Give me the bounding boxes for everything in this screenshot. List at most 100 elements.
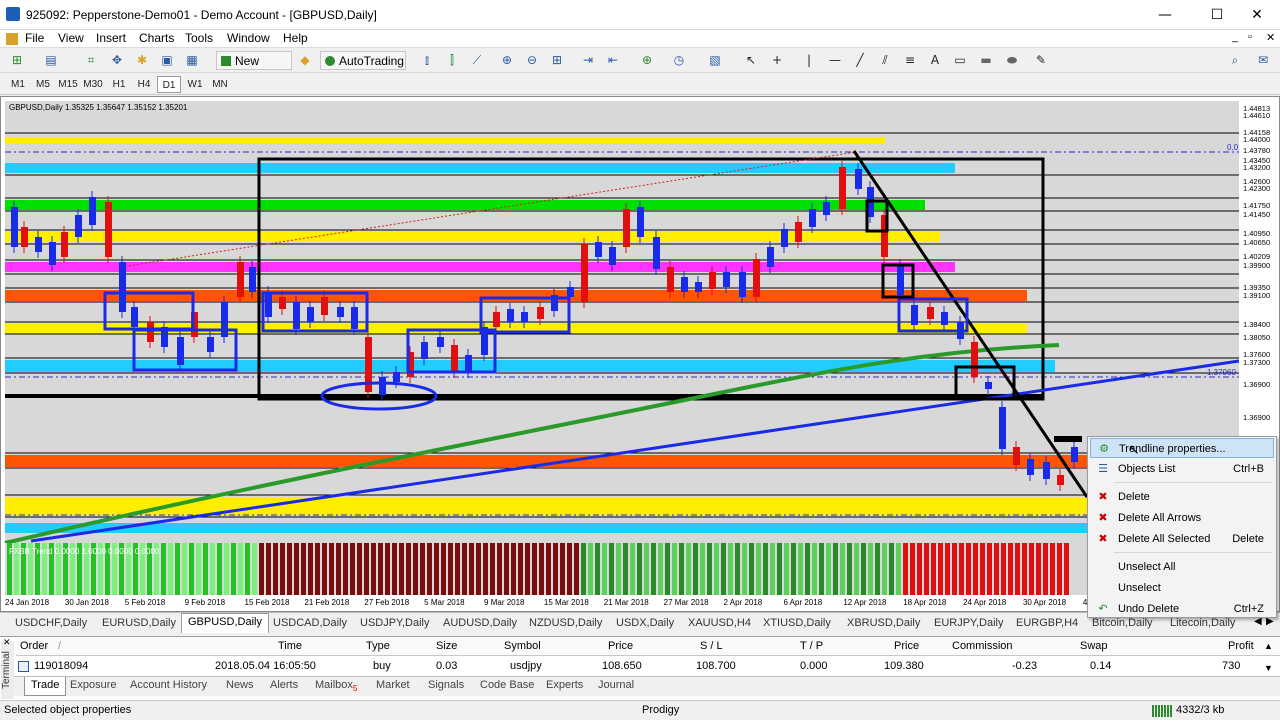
- candle-body[interactable]: [379, 377, 386, 395]
- indicators-icon[interactable]: ⊕: [636, 50, 658, 71]
- col-order[interactable]: Order: [20, 640, 48, 652]
- candle-body[interactable]: [177, 337, 184, 365]
- candle-body[interactable]: [653, 237, 660, 269]
- candle-body[interactable]: [567, 287, 574, 297]
- templates-icon[interactable]: ▧: [704, 50, 726, 71]
- candle-body[interactable]: [985, 382, 992, 389]
- candle-body[interactable]: [1071, 447, 1078, 462]
- candle-body[interactable]: [681, 277, 688, 292]
- candle-body[interactable]: [337, 307, 344, 317]
- arrows-icon[interactable]: ✎: [1030, 50, 1052, 71]
- crosshair-icon[interactable]: +: [766, 50, 788, 71]
- scroll-up-icon[interactable]: ▲: [1264, 641, 1273, 651]
- tab-experts[interactable]: Experts: [546, 679, 583, 691]
- zoom-in-icon[interactable]: ⊕: [496, 50, 518, 71]
- candle-body[interactable]: [623, 209, 630, 247]
- col-price[interactable]: Price: [608, 640, 633, 652]
- line-chart-icon[interactable]: ⟋: [466, 50, 488, 71]
- tf-w1[interactable]: W1: [183, 76, 207, 93]
- candle-body[interactable]: [35, 237, 42, 252]
- candle-body[interactable]: [61, 232, 68, 257]
- candle-body[interactable]: [351, 307, 358, 329]
- candle-body[interactable]: [809, 209, 816, 227]
- candle-body[interactable]: [1043, 462, 1050, 479]
- candle-body[interactable]: [21, 227, 28, 247]
- candle-body[interactable]: [667, 267, 674, 292]
- tab-trade[interactable]: Trade: [24, 677, 67, 696]
- chart-shift-icon[interactable]: ⇤: [602, 50, 624, 71]
- band-magenta[interactable]: [5, 262, 955, 272]
- mdi-restore-icon[interactable]: ▫: [1248, 31, 1252, 43]
- candle-body[interactable]: [839, 167, 846, 209]
- candle-body[interactable]: [941, 312, 948, 325]
- candlestick-icon[interactable]: ⫿: [441, 50, 463, 71]
- band-cyan-bottom[interactable]: [5, 523, 1239, 533]
- tab-code-base[interactable]: Code Base: [480, 679, 534, 691]
- tab-eurusd[interactable]: EURUSD,Daily: [102, 615, 176, 632]
- candle-body[interactable]: [105, 202, 112, 257]
- auto-scroll-icon[interactable]: ⇥: [577, 50, 599, 71]
- minimize-button[interactable]: —: [1142, 0, 1188, 30]
- band-green-top[interactable]: [5, 200, 925, 210]
- periods-icon[interactable]: ◷: [668, 50, 690, 71]
- menu-help[interactable]: Help: [283, 31, 308, 45]
- candle-body[interactable]: [595, 242, 602, 257]
- new-order-button[interactable]: New Order: [216, 51, 292, 87]
- tf-h1[interactable]: H1: [107, 76, 131, 93]
- candle-body[interactable]: [421, 342, 428, 359]
- candle-body[interactable]: [637, 207, 644, 237]
- candle-body[interactable]: [207, 337, 214, 352]
- selection-handle[interactable]: [1054, 436, 1082, 442]
- candle-body[interactable]: [147, 322, 154, 342]
- tf-m30[interactable]: M30: [81, 76, 105, 93]
- col-price2[interactable]: Price: [894, 640, 919, 652]
- candle-body[interactable]: [927, 307, 934, 319]
- tab-xbrusd[interactable]: XBRUSD,Daily: [847, 615, 920, 632]
- candle-body[interactable]: [265, 292, 272, 317]
- menu-window[interactable]: Window: [227, 31, 270, 45]
- col-sl[interactable]: S / L: [700, 640, 723, 652]
- ctx-unselect-all[interactable]: Unselect All: [1090, 557, 1274, 577]
- tab-audusd[interactable]: AUDUSD,Daily: [443, 615, 517, 632]
- candle-body[interactable]: [795, 222, 802, 242]
- candle-body[interactable]: [307, 307, 314, 322]
- candle-body[interactable]: [321, 297, 328, 315]
- candle-body[interactable]: [451, 345, 458, 372]
- candle-body[interactable]: [695, 282, 702, 292]
- tab-usdx[interactable]: USDX,Daily: [616, 615, 674, 632]
- fibonacci-icon[interactable]: ≡: [899, 50, 921, 71]
- candle-body[interactable]: [75, 215, 82, 237]
- col-profit[interactable]: Profit: [1228, 640, 1254, 652]
- text-label-icon[interactable]: ▭: [949, 50, 971, 71]
- candle-body[interactable]: [609, 247, 616, 265]
- candle-body[interactable]: [1027, 459, 1034, 475]
- candle-body[interactable]: [581, 244, 588, 302]
- tab-exposure[interactable]: Exposure: [70, 679, 116, 691]
- tab-market[interactable]: Market: [376, 679, 410, 691]
- tab-usdchf[interactable]: USDCHF,Daily: [15, 615, 87, 632]
- candle-body[interactable]: [393, 372, 400, 382]
- tf-h4[interactable]: H4: [132, 76, 156, 93]
- tab-xtiusd[interactable]: XTIUSD,Daily: [763, 615, 831, 632]
- candle-body[interactable]: [119, 262, 126, 312]
- candle-body[interactable]: [971, 342, 978, 377]
- tab-mailbox[interactable]: Mailbox5: [315, 679, 357, 693]
- ctx-delete-all-selected[interactable]: ✖ Delete All Selected Delete: [1090, 529, 1274, 549]
- menu-view[interactable]: View: [58, 31, 84, 45]
- ellipse-icon[interactable]: ⬬: [1001, 50, 1023, 71]
- bar-chart-icon[interactable]: ⫾: [416, 50, 438, 71]
- candle-body[interactable]: [823, 202, 830, 215]
- tab-usdjpy[interactable]: USDJPY,Daily: [360, 615, 430, 632]
- candle-body[interactable]: [897, 265, 904, 295]
- navigator-icon[interactable]: ✱: [131, 50, 153, 71]
- col-sort[interactable]: /: [58, 640, 61, 652]
- candle-body[interactable]: [437, 337, 444, 347]
- tab-alerts[interactable]: Alerts: [270, 679, 298, 691]
- tab-account-history[interactable]: Account History: [130, 679, 207, 691]
- tab-gbpusd[interactable]: GBPUSD,Daily: [181, 613, 269, 633]
- tab-signals[interactable]: Signals: [428, 679, 464, 691]
- tf-mn[interactable]: MN: [208, 76, 232, 93]
- col-commission[interactable]: Commission: [952, 640, 1013, 652]
- text-icon[interactable]: A: [924, 50, 946, 71]
- close-button[interactable]: ✕: [1234, 0, 1280, 30]
